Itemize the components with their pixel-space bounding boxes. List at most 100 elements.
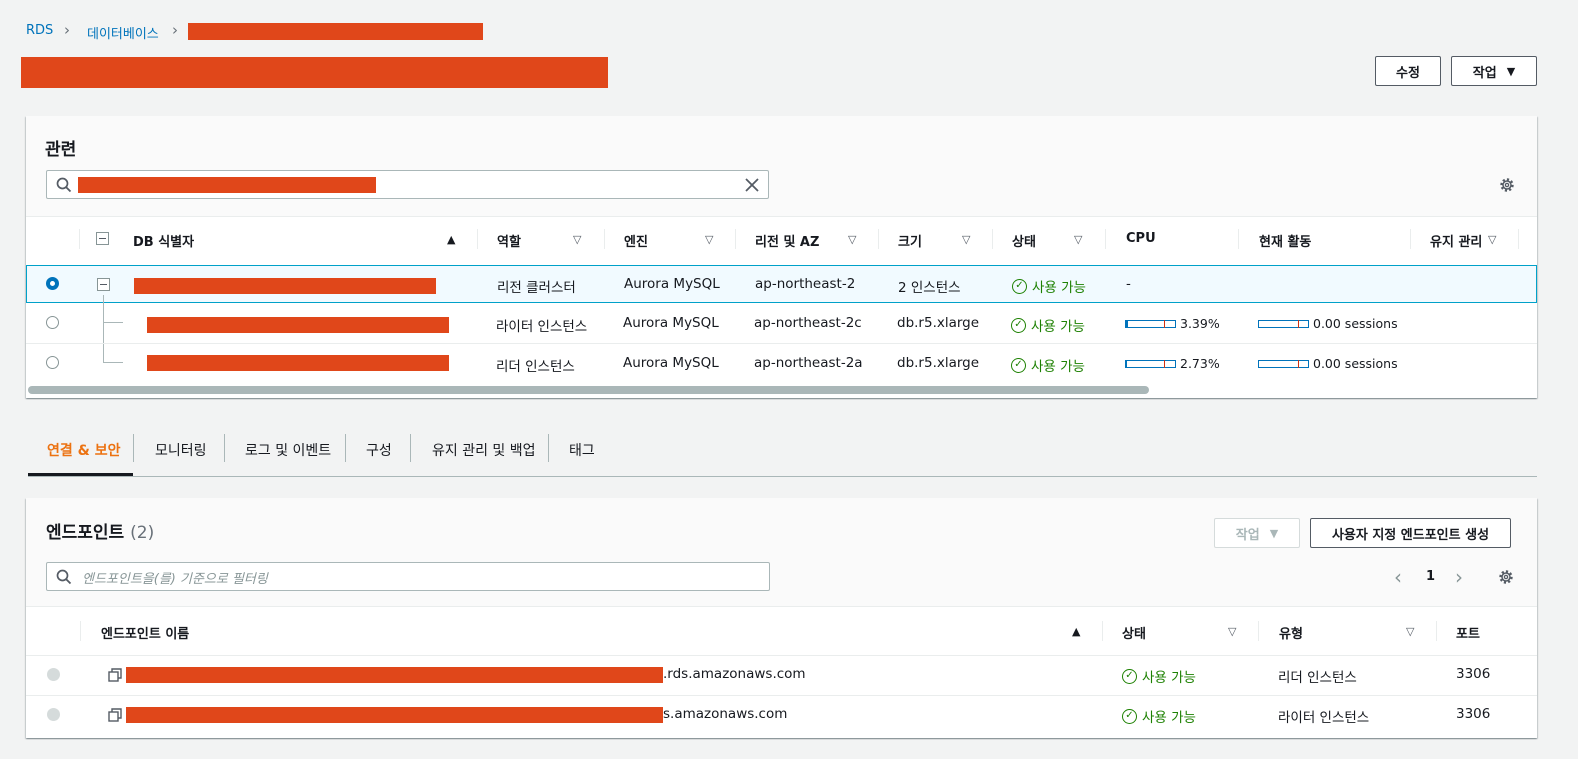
column-size[interactable]: 크기 [898, 231, 922, 250]
column-divider [80, 621, 81, 641]
gear-icon[interactable] [1499, 177, 1515, 193]
chevron-left-icon[interactable]: ‹ [1394, 565, 1402, 589]
tab-monitoring[interactable]: 모니터링 [155, 440, 207, 460]
column-port[interactable]: 포트 [1456, 623, 1480, 642]
column-divider [1410, 229, 1411, 249]
column-engine[interactable]: 엔진 [624, 231, 648, 250]
row-size: db.r5.xlarge [897, 355, 980, 371]
modify-button[interactable]: 수정 [1375, 56, 1441, 86]
sort-icon[interactable]: ▽ [1488, 233, 1496, 246]
endpoint-type: 리더 인스턴스 [1278, 670, 1357, 686]
column-divider [878, 229, 879, 249]
check-circle-icon: ✓ [1122, 708, 1137, 724]
collapse-all-icon[interactable] [96, 232, 109, 245]
column-divider [79, 229, 80, 249]
cpu-threshold-mark [1164, 360, 1165, 368]
table-row[interactable]: 라이터 인스턴스 Aurora MySQL ap-northeast-2c db… [26, 304, 1537, 343]
table-row[interactable]: 리전 클러스터 Aurora MySQL ap-northeast-2 2 인스… [26, 265, 1537, 303]
related-search-input[interactable] [46, 170, 769, 199]
row-radio[interactable] [46, 316, 59, 329]
copy-icon[interactable] [108, 668, 122, 682]
copy-icon[interactable] [108, 708, 122, 722]
sort-icon[interactable]: ▽ [962, 233, 970, 246]
column-maintenance[interactable]: 유지 관리 [1430, 231, 1482, 250]
row-radio [47, 668, 60, 681]
status-badge: ✓ 사용 가능 [1012, 276, 1086, 296]
status-badge: ✓ 사용 가능 [1011, 355, 1085, 375]
create-custom-endpoint-button[interactable]: 사용자 지정 엔드포인트 생성 [1310, 518, 1511, 548]
row-engine: Aurora MySQL [623, 355, 719, 371]
close-icon[interactable] [744, 177, 760, 193]
column-endpoint-name[interactable]: 엔드포인트 이름 [101, 623, 189, 642]
row-radio[interactable] [46, 277, 59, 290]
column-cpu[interactable]: CPU [1126, 231, 1156, 246]
db-id-redacted[interactable] [134, 278, 436, 294]
horizontal-scrollbar[interactable] [28, 386, 1149, 394]
breadcrumb-current-redacted [188, 23, 483, 40]
breadcrumb-rds[interactable]: RDS [26, 23, 53, 38]
sort-icon[interactable]: ▽ [1228, 625, 1236, 638]
column-activity[interactable]: 현재 활동 [1259, 231, 1311, 250]
tab-divider [548, 434, 549, 462]
cpu-usage-fill [1126, 361, 1127, 367]
column-region-az[interactable]: 리전 및 AZ [755, 231, 819, 250]
table-row[interactable]: s.amazonaws.com ✓ 사용 가능 라이터 인스턴스 3306 [26, 696, 1537, 735]
row-radio [47, 708, 60, 721]
row-az: ap-northeast-2c [754, 315, 862, 331]
check-circle-icon: ✓ [1011, 357, 1026, 373]
endpoints-filter-input[interactable]: 엔드포인트을(를) 기준으로 필터링 [46, 562, 770, 591]
breadcrumb-databases[interactable]: 데이터베이스 [87, 23, 159, 42]
row-radio[interactable] [46, 356, 59, 369]
sort-icon[interactable]: ▽ [573, 233, 581, 246]
column-divider [735, 229, 736, 249]
column-type[interactable]: 유형 [1279, 623, 1303, 642]
search-icon [56, 569, 72, 585]
sort-icon[interactable]: ▽ [705, 233, 713, 246]
chevron-right-icon[interactable]: › [1455, 565, 1463, 589]
caret-down-icon: ▼ [1269, 526, 1279, 540]
sort-icon[interactable]: ▽ [848, 233, 856, 246]
divider [26, 606, 1537, 607]
activity-link[interactable]: 0.00 sessions [1313, 316, 1398, 331]
activity-bar [1258, 320, 1309, 328]
check-circle-icon: ✓ [1012, 278, 1027, 294]
activity-link[interactable]: 0.00 sessions [1313, 356, 1398, 371]
tab-tags[interactable]: 태그 [569, 440, 595, 460]
row-az: ap-northeast-2 [755, 276, 856, 292]
row-role: 리더 인스턴스 [496, 359, 575, 375]
table-row[interactable]: .rds.amazonaws.com ✓ 사용 가능 리더 인스턴스 3306 [26, 656, 1537, 695]
collapse-icon[interactable] [97, 278, 110, 291]
db-id-redacted[interactable] [147, 317, 449, 333]
cpu-threshold-mark [1164, 320, 1165, 328]
column-divider [992, 229, 993, 249]
endpoint-name-suffix: .rds.amazonaws.com [663, 666, 806, 682]
column-status[interactable]: 상태 [1012, 231, 1036, 250]
column-role[interactable]: 역할 [497, 231, 521, 250]
tab-configuration[interactable]: 구성 [366, 440, 392, 460]
gear-icon[interactable] [1498, 569, 1514, 585]
endpoint-name-redacted [126, 707, 663, 723]
actions-button[interactable]: 작업 ▼ [1451, 56, 1537, 86]
column-db-id[interactable]: DB 식별자 [133, 231, 194, 250]
sort-ascending-icon[interactable]: ▲ [1072, 625, 1080, 638]
cpu-usage-fill [1126, 321, 1128, 327]
endpoints-actions-button[interactable]: 작업 ▼ [1214, 518, 1300, 548]
endpoint-type: 라이터 인스턴스 [1278, 710, 1370, 726]
tab-connectivity-security[interactable]: 연결 & 보안 [47, 440, 120, 460]
endpoints-count: (2) [130, 523, 155, 543]
table-row[interactable]: 리더 인스턴스 Aurora MySQL ap-northeast-2a db.… [26, 344, 1537, 383]
endpoint-port: 3306 [1456, 666, 1491, 682]
sort-ascending-icon[interactable]: ▲ [447, 233, 455, 246]
cpu-usage-bar [1125, 320, 1176, 328]
related-panel-header: 관련 [26, 116, 1537, 217]
tab-maintenance-backup[interactable]: 유지 관리 및 백업 [432, 440, 536, 460]
sort-icon[interactable]: ▽ [1406, 625, 1414, 638]
row-cpu: 3.39% [1180, 316, 1220, 331]
page-number[interactable]: 1 [1426, 569, 1435, 584]
tab-logs-events[interactable]: 로그 및 이벤트 [245, 440, 331, 460]
row-size: 2 인스턴스 [898, 280, 961, 296]
column-status[interactable]: 상태 [1122, 623, 1146, 642]
sort-icon[interactable]: ▽ [1074, 233, 1082, 246]
db-id-redacted[interactable] [147, 355, 449, 371]
caret-down-icon: ▼ [1506, 64, 1516, 78]
